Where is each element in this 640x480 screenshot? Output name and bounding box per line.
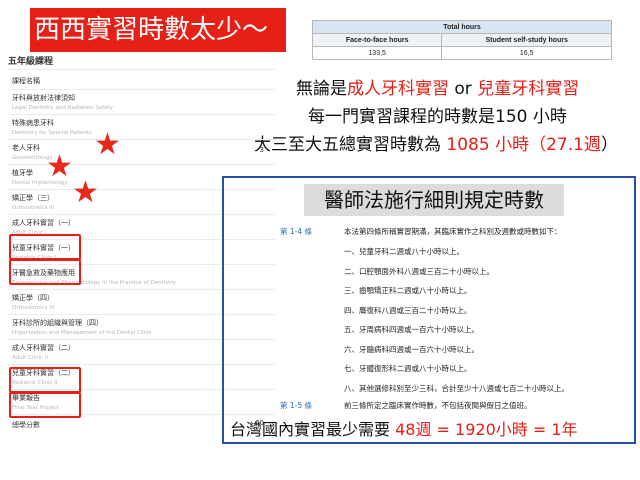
article-1-5-text: 前三條所定之臨床實作時數，不包括夜間與假日之值班。 — [344, 401, 532, 410]
column-header-course-name: 課程名稱 — [12, 77, 40, 85]
course-name-zh: 特殊病患牙科 — [12, 119, 54, 127]
article-1-4-label: 第 1-4 條 — [280, 227, 313, 236]
statement-line-1: 無論是成人牙科實習 or 兒童牙科實習 — [296, 74, 579, 99]
regulation-item: 二、口腔顎面外科八週或三百二十小時以上。 — [344, 266, 494, 276]
page-title: 西西實習時數太少〜 — [30, 8, 286, 52]
article-1-4-text: 本法第四條所稱實習期滿，其臨床實作之科別及週數或時數如下： — [344, 227, 562, 236]
course-name-en: Legal Dentistry and Radiation Safety — [12, 105, 113, 111]
statement-line-3-prefix: 大三至大五總實習時數為 — [254, 135, 447, 155]
regulation-item: 六、牙髓病科四週或一百六十小時以上。 — [344, 344, 479, 354]
statement-line-1-prefix: 無論是 — [296, 79, 347, 99]
total-hours-caption: Total hours — [312, 20, 612, 34]
self-study-value: 16,5 — [441, 46, 612, 60]
statement-line-1-or: or — [449, 79, 478, 99]
course-name-en: Dentistry for Special Patients — [12, 130, 92, 136]
face-to-face-value: 133,5 — [311, 46, 443, 60]
adult-clinic-highlight: 成人牙科實習 — [347, 79, 449, 99]
course-row: 特殊病患牙科 Dentistry for Special Patients — [8, 114, 276, 139]
curriculum-heading: 五年級課程 — [8, 57, 54, 67]
curriculum-column-header: 課程名稱 — [8, 69, 276, 89]
course-credit: 3 — [259, 146, 264, 154]
adult-clinic-1-highlight-box — [9, 234, 81, 260]
pediatric-clinic-2-highlight-box — [9, 392, 81, 418]
course-name-zh: 牙科與放射法律須知 — [12, 94, 75, 102]
regulation-summary: 台灣國內實習最少需要 48週 = 1920小時 = 1年 — [230, 416, 578, 440]
statement-line-3-suffix: ） — [600, 135, 618, 155]
regulation-summary-prefix: 台灣國內實習最少需要 — [230, 420, 396, 439]
regulation-title: 醫師法施行細則規定時數 — [304, 184, 564, 216]
regulation-item: 五、牙周病科四週或一百六十小時以上。 — [344, 325, 479, 334]
face-to-face-header: Face-to-face hours — [311, 33, 443, 47]
regulation-item: 一、兒童牙科二週或八十小時以上。 — [344, 247, 464, 256]
pediatric-clinic-1-highlight-box — [9, 259, 81, 285]
adult-clinic-2-highlight-box — [9, 367, 81, 393]
regulation-box: 醫師法施行細則規定時數 第 1-4 條 本法第四條所稱實習期滿，其臨床實作之科別… — [222, 176, 636, 444]
regulation-item: 四、膺復科八週或三百二十小時以上。 — [344, 305, 472, 315]
pediatric-clinic-highlight: 兒童牙科實習 — [477, 79, 580, 99]
course-row: 牙科與放射法律須知 Legal Dentistry and Radiation S… — [8, 89, 276, 114]
total-hours-table: Total hours Face-to-face hours Student s… — [311, 20, 612, 60]
self-study-header: Student self-study hours — [441, 33, 612, 47]
statement-line-3: 大三至大五總實習時數為 1085 小時（27.1週） — [254, 130, 618, 155]
total-hours-highlight: 1085 小時（27.1週 — [446, 135, 601, 155]
regulation-item: 三、齒顎矯正科二週或八十小時以上。 — [344, 286, 472, 295]
regulation-item: 八、其他選修科別至少三科，合計至少十八週或七百二十小時以上。 — [344, 383, 569, 393]
article-1-5-label: 第 1-5 條 — [280, 401, 313, 410]
regulation-item: 七、牙體復形科二週或八十小時以上。 — [344, 364, 472, 373]
star-icon: ★ — [46, 149, 73, 184]
star-icon: ★ — [72, 175, 99, 210]
regulation-summary-highlight: 48週 = 1920小時 = 1年 — [395, 420, 578, 439]
star-icon: ★ — [94, 127, 121, 162]
statement-line-2: 每一門實習課程的時數是150 小時 — [308, 107, 567, 127]
